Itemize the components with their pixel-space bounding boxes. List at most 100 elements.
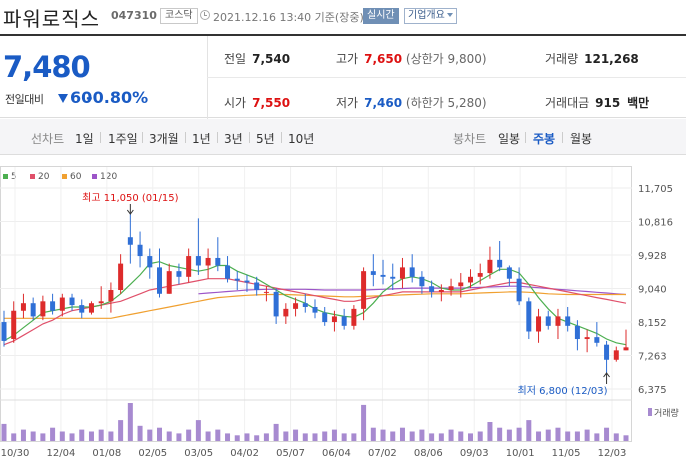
volume-bar (419, 429, 425, 441)
candle-body (30, 303, 36, 317)
candle-body (98, 301, 104, 304)
candle-daily[interactable]: 일봉 (498, 130, 520, 147)
volume-bar (594, 433, 600, 441)
y-tick-label: 8,152 (638, 318, 667, 329)
candle-weekly[interactable]: 주봉 (533, 130, 555, 147)
volume-bar (448, 429, 454, 441)
price-chart[interactable]: 11,705 10,816 9,928 9,040 8,152 7,263 6,375 10/… (0, 160, 686, 467)
candle-body (176, 271, 182, 277)
volume-bar (604, 427, 610, 441)
volume-bar (283, 431, 289, 441)
volume-bar (468, 433, 473, 441)
period-1y[interactable]: 1년 (192, 130, 211, 147)
volume-bar (195, 420, 201, 441)
candle-body (487, 259, 493, 274)
volume-bar (293, 429, 299, 441)
volume-bar (390, 431, 396, 441)
candle-body (516, 278, 522, 302)
stat-low-value: 7,460 (364, 96, 403, 110)
low-annotation: 최저 6,800 (12/03) (518, 385, 608, 397)
candle-monthly[interactable]: 월봉 (570, 130, 592, 147)
y-tick-label: 9,928 (638, 251, 667, 262)
candle-body (438, 290, 444, 292)
stock-code: 047310 (111, 9, 157, 22)
stat-amount: 거래대금 915 백만 (545, 94, 649, 111)
volume-bar (1, 423, 7, 441)
candle-body (506, 267, 512, 279)
stat-high-limit: (상한가 9,800) (405, 52, 487, 66)
volume-bar (429, 433, 435, 441)
volume-bar (438, 433, 444, 441)
volume-label: 거래량 (654, 407, 679, 419)
stat-amount-value: 915 (595, 96, 621, 110)
volume-bar (409, 431, 415, 441)
candle-body (69, 297, 75, 306)
candle-body (370, 271, 376, 275)
volume-bar (341, 433, 347, 441)
period-10y[interactable]: 10년 (288, 130, 314, 147)
corp-info-label: 기업개요 (408, 10, 445, 21)
candle-body (419, 276, 425, 287)
candle-body (448, 286, 454, 291)
corp-info-dropdown[interactable]: 기업개요 (404, 8, 457, 24)
stat-open: 시가 7,550 (224, 94, 290, 111)
realtime-button[interactable]: 실시간 (363, 8, 399, 24)
volume-bar (351, 433, 357, 441)
volume-bar (584, 429, 590, 441)
current-price: 7,480 (3, 50, 91, 84)
period-1d[interactable]: 1일 (75, 130, 94, 147)
divider (142, 132, 143, 143)
candle-body (613, 350, 619, 360)
volume-bar (118, 420, 124, 441)
candle-body (604, 344, 610, 360)
x-tick-label: 11/05 (552, 448, 581, 459)
volume-bar (234, 435, 240, 441)
candle-chart-label: 봉차트 (453, 132, 487, 146)
period-5y[interactable]: 5년 (256, 130, 275, 147)
period-3m[interactable]: 3개월 (149, 130, 179, 147)
candle-body (108, 290, 114, 302)
candle-body (594, 337, 600, 343)
volume-legend-swatch (648, 408, 652, 416)
candle-body (195, 256, 201, 266)
candle-body (351, 308, 357, 326)
candle-body (50, 301, 56, 311)
x-tick-label: 06/04 (322, 448, 351, 459)
stat-high-label: 고가 (336, 52, 359, 66)
volume-bar (526, 420, 532, 441)
divider (525, 132, 526, 143)
candle-body (215, 257, 221, 266)
stat-open-value: 7,550 (252, 96, 291, 110)
x-tick-label: 12/04 (47, 448, 76, 459)
candle-body (536, 316, 542, 332)
candle-body (399, 267, 405, 279)
volume-bar (176, 433, 182, 441)
x-tick-label: 03/05 (184, 448, 213, 459)
volume-bar (205, 431, 211, 441)
candle-body (468, 276, 473, 283)
high-annotation: 최고 11,050 (01/15) (82, 192, 178, 204)
clock-icon (200, 10, 210, 20)
volume-bar (127, 403, 133, 441)
candle-body (526, 301, 532, 332)
candle-body (409, 267, 415, 277)
x-tick-label: 10/30 (1, 448, 30, 459)
divider (281, 132, 282, 143)
stat-high: 고가 7,650 (상한가 9,800) (336, 50, 487, 67)
period-3y[interactable]: 3년 (224, 130, 243, 147)
chart-toolbar: 선차트 1일 1주일 3개월 1년 3년 5년 10년 봉차트 일봉 주봉 월봉 (0, 119, 686, 155)
stat-low-label: 저가 (336, 96, 359, 110)
volume-bar (215, 429, 221, 441)
volume-bar (98, 429, 104, 441)
candle-body (186, 256, 192, 277)
candle-body (11, 310, 17, 340)
volume-bar (458, 431, 464, 441)
divider (100, 132, 101, 143)
volume-bar (574, 431, 580, 441)
period-1w[interactable]: 1주일 (108, 130, 138, 147)
volume-bar (40, 433, 46, 441)
volume-bar (302, 433, 308, 441)
volume-bar (225, 433, 231, 441)
candle-body (380, 274, 386, 277)
x-tick-label: 07/02 (368, 448, 397, 459)
